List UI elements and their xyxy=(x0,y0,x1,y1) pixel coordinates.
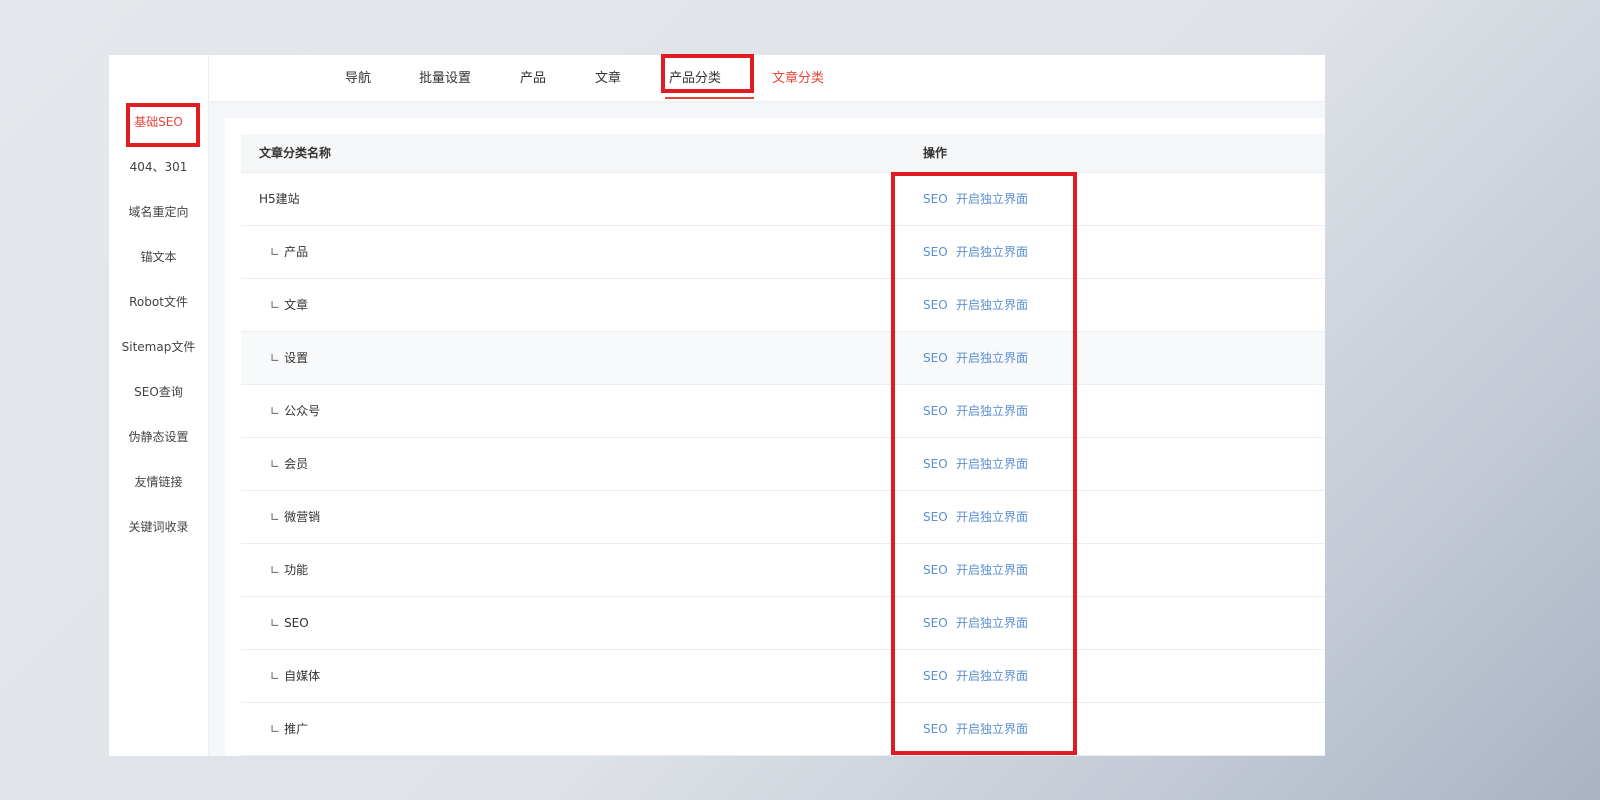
sidebar-item-basic-seo[interactable]: 基础SEO xyxy=(109,110,208,134)
open-standalone-link[interactable]: 开启独立界面 xyxy=(956,332,1028,384)
seo-link[interactable]: SEO xyxy=(923,385,948,437)
category-name: ∟ 产品 xyxy=(270,226,308,278)
sidebar-item-friend-links[interactable]: 友情链接 xyxy=(109,470,208,494)
category-name-text: 自媒体 xyxy=(284,669,321,683)
category-name: ∟ 公众号 xyxy=(270,385,320,437)
category-name-text: 推广 xyxy=(284,722,309,736)
seo-link[interactable]: SEO xyxy=(923,279,948,331)
open-standalone-link[interactable]: 开启独立界面 xyxy=(956,650,1028,702)
category-name-text: 公众号 xyxy=(284,404,321,418)
tab-bar: 导航 批量设置 产品 文章 产品分类 文章分类 xyxy=(209,55,1325,102)
open-standalone-link[interactable]: 开启独立界面 xyxy=(956,173,1028,225)
seo-link[interactable]: SEO xyxy=(923,438,948,490)
category-name-text: SEO xyxy=(284,616,309,630)
child-indent-marker: ∟ xyxy=(270,457,281,471)
child-indent-marker: ∟ xyxy=(270,404,281,418)
child-indent-marker: ∟ xyxy=(270,563,281,577)
category-name-text: 产品 xyxy=(284,245,309,259)
open-standalone-link[interactable]: 开启独立界面 xyxy=(956,385,1028,437)
seo-link[interactable]: SEO xyxy=(923,173,948,225)
sidebar-item-404-301[interactable]: 404、301 xyxy=(109,155,208,179)
table-row: H5建站 SEO 开启独立界面 xyxy=(241,173,1325,226)
category-name: ∟ 自媒体 xyxy=(270,650,320,702)
child-indent-marker: ∟ xyxy=(270,722,281,736)
tab-product-categories[interactable]: 产品分类 xyxy=(669,67,721,91)
child-indent-marker: ∟ xyxy=(270,351,281,365)
table-row: ∟ 公众号 SEO 开启独立界面 xyxy=(241,385,1325,438)
category-name: H5建站 xyxy=(259,173,300,225)
category-name: ∟ 功能 xyxy=(270,544,308,596)
sidebar-item-keyword-index[interactable]: 关键词收录 xyxy=(109,515,208,539)
seo-link[interactable]: SEO xyxy=(923,597,948,649)
seo-link[interactable]: SEO xyxy=(923,491,948,543)
tab-article-categories[interactable]: 文章分类 xyxy=(772,67,824,91)
table-row: ∟ 文章 SEO 开启独立界面 xyxy=(241,279,1325,332)
table-row: ∟ 推广 SEO 开启独立界面 xyxy=(241,703,1325,756)
category-name: ∟ 推广 xyxy=(270,703,308,755)
open-standalone-link[interactable]: 开启独立界面 xyxy=(956,226,1028,278)
open-standalone-link[interactable]: 开启独立界面 xyxy=(956,279,1028,331)
column-header-name: 文章分类名称 xyxy=(259,146,332,160)
table-row: ∟ 产品 SEO 开启独立界面 xyxy=(241,226,1325,279)
category-name-text: 会员 xyxy=(284,457,309,471)
category-name: ∟ SEO xyxy=(270,597,309,649)
category-name: ∟ 文章 xyxy=(270,279,308,331)
tab-articles[interactable]: 文章 xyxy=(595,67,621,91)
seo-link[interactable]: SEO xyxy=(923,226,948,278)
child-indent-marker: ∟ xyxy=(270,298,281,312)
table-row: ∟ 会员 SEO 开启独立界面 xyxy=(241,438,1325,491)
tab-products[interactable]: 产品 xyxy=(520,67,546,91)
table-row: ∟ 功能 SEO 开启独立界面 xyxy=(241,544,1325,597)
sidebar-item-domain-redirect[interactable]: 域名重定向 xyxy=(109,200,208,224)
sidebar-item-seo-query[interactable]: SEO查询 xyxy=(109,380,208,404)
tab-batch-settings[interactable]: 批量设置 xyxy=(419,67,471,91)
open-standalone-link[interactable]: 开启独立界面 xyxy=(956,491,1028,543)
child-indent-marker: ∟ xyxy=(270,669,281,683)
column-header-actions: 操作 xyxy=(923,146,948,160)
category-name-text: 微营销 xyxy=(284,510,321,524)
category-name-text: 设置 xyxy=(284,351,309,365)
category-name: ∟ 会员 xyxy=(270,438,308,490)
category-name-text: H5建站 xyxy=(259,192,300,206)
category-name: ∟ 设置 xyxy=(270,332,308,384)
table-header: 文章分类名称 操作 xyxy=(241,134,1325,173)
sidebar-item-sitemap-file[interactable]: Sitemap文件 xyxy=(109,335,208,359)
tab-nav[interactable]: 导航 xyxy=(345,67,371,91)
sidebar-item-pseudo-static[interactable]: 伪静态设置 xyxy=(109,425,208,449)
category-name: ∟ 微营销 xyxy=(270,491,320,543)
child-indent-marker: ∟ xyxy=(270,510,281,524)
category-name-text: 功能 xyxy=(284,563,309,577)
seo-link[interactable]: SEO xyxy=(923,650,948,702)
open-standalone-link[interactable]: 开启独立界面 xyxy=(956,544,1028,596)
tab-active-underline xyxy=(665,97,754,99)
table-row: ∟ SEO SEO 开启独立界面 xyxy=(241,597,1325,650)
child-indent-marker: ∟ xyxy=(270,245,281,259)
category-name-text: 文章 xyxy=(284,298,309,312)
sidebar-item-anchor-text[interactable]: 锚文本 xyxy=(109,245,208,269)
seo-link[interactable]: SEO xyxy=(923,703,948,755)
open-standalone-link[interactable]: 开启独立界面 xyxy=(956,703,1028,755)
seo-link[interactable]: SEO xyxy=(923,332,948,384)
seo-link[interactable]: SEO xyxy=(923,544,948,596)
child-indent-marker: ∟ xyxy=(270,616,281,630)
open-standalone-link[interactable]: 开启独立界面 xyxy=(956,597,1028,649)
table-row: ∟ 自媒体 SEO 开启独立界面 xyxy=(241,650,1325,703)
sidebar-item-robot-file[interactable]: Robot文件 xyxy=(109,290,208,314)
sidebar: 基础SEO 404、301 域名重定向 锚文本 Robot文件 Sitemap文… xyxy=(109,55,209,756)
table-row: ∟ 微营销 SEO 开启独立界面 xyxy=(241,491,1325,544)
open-standalone-link[interactable]: 开启独立界面 xyxy=(956,438,1028,490)
table-row: ∟ 设置 SEO 开启独立界面 xyxy=(241,332,1325,385)
